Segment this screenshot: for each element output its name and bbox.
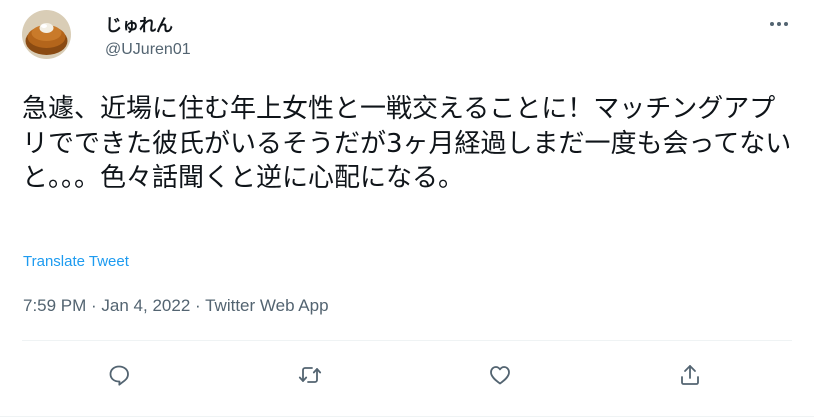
tweet-date[interactable]: Jan 4, 2022 (101, 296, 190, 315)
action-bar (22, 355, 792, 395)
author-handle[interactable]: @UJuren01 (105, 41, 191, 59)
divider (22, 340, 792, 341)
tweet-text: 急遽、近場に住む年上女性と一戦交えることに！マッチングアプリでできた彼氏がいるそ… (22, 94, 792, 193)
meta-separator: · (190, 296, 206, 315)
more-button[interactable] (766, 14, 792, 34)
reply-icon (109, 365, 129, 386)
share-button[interactable] (670, 355, 710, 395)
tweet-time[interactable]: 7:59 PM (23, 296, 86, 315)
reply-button[interactable] (99, 355, 139, 395)
translate-tweet-link[interactable]: Translate Tweet (23, 253, 129, 270)
retweet-button[interactable] (290, 355, 330, 395)
retweet-icon (298, 367, 322, 383)
tweet-meta: 7:59 PM · Jan 4, 2022 · Twitter Web App (23, 296, 329, 316)
avatar[interactable] (22, 10, 71, 59)
author-display-name[interactable]: じゅれん (105, 11, 173, 36)
share-icon (681, 365, 699, 385)
like-icon (490, 366, 510, 385)
avatar-image (22, 10, 71, 59)
tweet-source[interactable]: Twitter Web App (205, 296, 328, 315)
like-button[interactable] (480, 355, 520, 395)
meta-separator: · (86, 296, 102, 315)
more-icon (770, 22, 788, 26)
tweet-card: じゅれん @UJuren01 急遽、近場に住む年上女性と一戦交えることに！マッチ… (0, 0, 814, 417)
